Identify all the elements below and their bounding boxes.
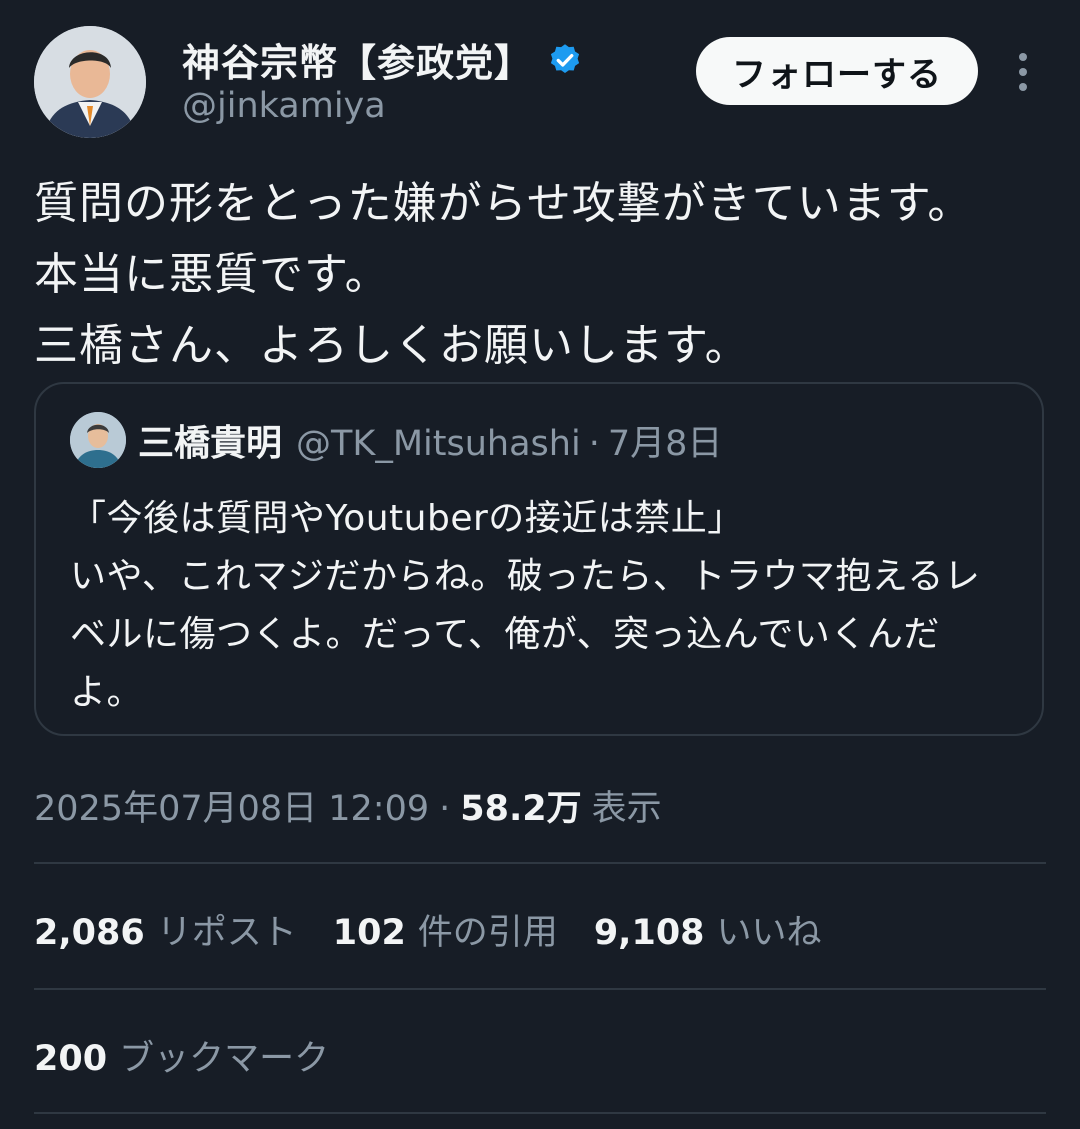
reposts-count: 2,086 (34, 913, 145, 953)
views-count: 58.2万 (460, 789, 582, 829)
meta-separator-dot: · (439, 789, 451, 829)
divider-middle (34, 988, 1046, 990)
follow-button[interactable]: フォローする (696, 37, 978, 105)
timestamp[interactable]: 2025年07月08日 12:09 (34, 780, 429, 831)
tweet-text: 質問の形をとった嫌がらせ攻撃がきています。 本当に悪質です。 三橋さん、よろしく… (34, 178, 973, 371)
engagement-stats: 2,086 リポスト 102 件の引用 9,108 いいね (34, 904, 858, 955)
reposts-label: リポスト (156, 913, 297, 953)
tweet-meta: 2025年07月08日 12:09 · 58.2万 表示 (34, 780, 662, 831)
author-name[interactable]: 神谷宗幣【参政党】 (182, 32, 533, 87)
author-name-row: 神谷宗幣【参政党】 (182, 32, 583, 87)
more-options-icon[interactable] (1010, 50, 1036, 94)
bookmarks-stat[interactable]: 200 ブックマーク (34, 1030, 329, 1081)
quoted-avatar-image (70, 412, 126, 468)
quoted-tweet-header: 三橋貴明 @TK_Mitsuhashi · 7月8日 (138, 414, 722, 466)
bookmarks-label: ブックマーク (119, 1039, 330, 1079)
quoted-tweet-card[interactable]: 三橋貴明 @TK_Mitsuhashi · 7月8日 「今後は質問やYoutub… (34, 382, 1044, 736)
quoted-author-avatar[interactable] (70, 412, 126, 468)
bookmarks-count: 200 (34, 1039, 108, 1079)
reposts-stat[interactable]: 2,086 リポスト (34, 904, 297, 955)
divider-bottom (34, 1112, 1046, 1114)
quotes-label: 件の引用 (417, 913, 558, 953)
views-label: 表示 (591, 789, 662, 829)
quotes-stat[interactable]: 102 件の引用 (333, 904, 558, 955)
author-avatar[interactable] (34, 26, 146, 138)
divider-top (34, 862, 1046, 864)
quoted-date[interactable]: 7月8日 (608, 415, 723, 466)
likes-count: 9,108 (593, 913, 705, 953)
quotes-count: 102 (332, 913, 406, 953)
author-avatar-image (34, 26, 146, 138)
verified-badge-icon[interactable] (547, 42, 583, 78)
author-handle[interactable]: @jinkamiya (182, 86, 386, 126)
likes-label: いいね (716, 913, 822, 953)
quoted-author-name[interactable]: 三橋貴明 (138, 414, 282, 466)
quoted-author-handle[interactable]: @TK_Mitsuhashi (296, 424, 581, 464)
quoted-tweet-text: 「今後は質問やYoutuberの接近は禁止」 いや、これマジだからね。破ったら、… (70, 498, 981, 713)
likes-stat[interactable]: 9,108 いいね (594, 904, 822, 955)
quoted-separator-dot: · (588, 424, 600, 464)
